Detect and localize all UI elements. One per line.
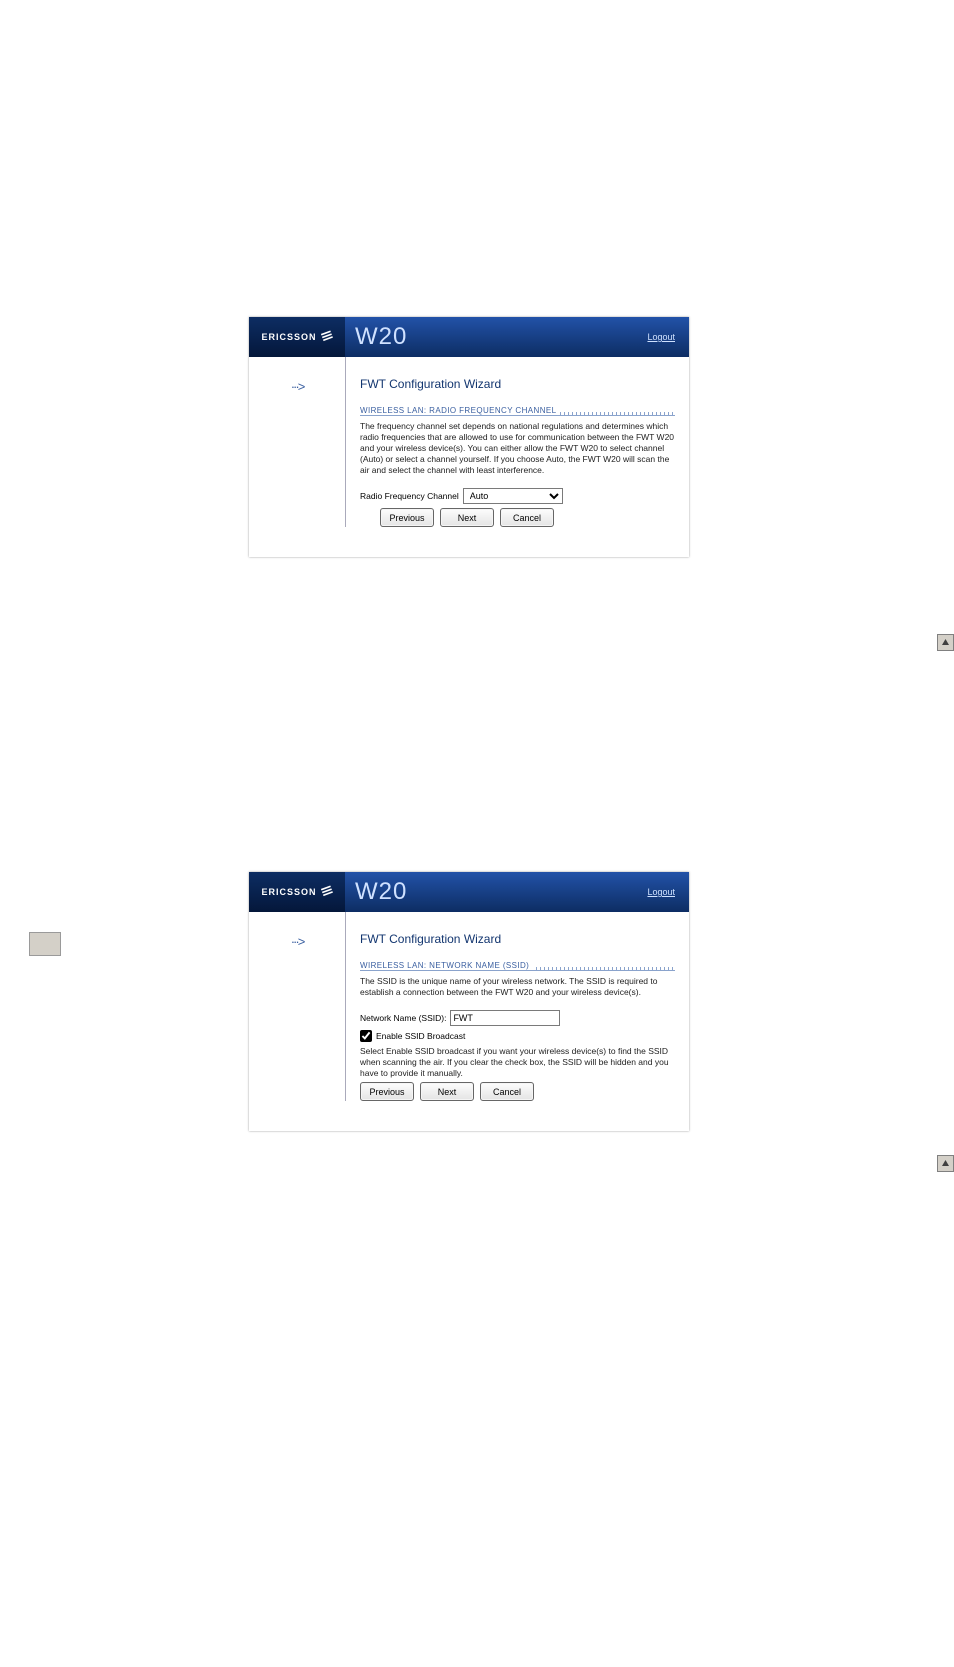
scroll-up-icon[interactable]	[937, 634, 954, 651]
product-name: W20	[355, 878, 407, 906]
brand-text: ERICSSON	[261, 332, 316, 342]
cancel-button[interactable]: Cancel	[500, 508, 554, 527]
logout-link[interactable]: Logout	[647, 887, 675, 897]
ericsson-bars-icon	[321, 330, 333, 345]
rf-channel-select[interactable]: Auto	[463, 488, 563, 504]
previous-button[interactable]: Previous	[360, 1082, 414, 1101]
wizard-title: FWT Configuration Wizard	[360, 377, 675, 391]
wizard-arrow-icon: ···>	[291, 379, 304, 394]
enable-ssid-broadcast-checkbox[interactable]	[360, 1030, 372, 1042]
ssid-broadcast-note: Select Enable SSID broadcast if you want…	[360, 1046, 675, 1079]
header-right: W20 Logout	[345, 317, 689, 357]
section-heading: WIRELESS LAN: NETWORK NAME (SSID)	[360, 960, 675, 972]
logout-link[interactable]: Logout	[647, 332, 675, 342]
brand-cell: ERICSSON	[249, 872, 345, 912]
enable-ssid-broadcast-label: Enable SSID Broadcast	[376, 1031, 465, 1041]
product-name: W20	[355, 323, 407, 351]
scroll-up-icon[interactable]	[937, 1155, 954, 1172]
rf-channel-label: Radio Frequency Channel	[360, 491, 459, 501]
brand-text: ERICSSON	[261, 887, 316, 897]
next-button[interactable]: Next	[440, 508, 494, 527]
wizard-side: ···>	[249, 912, 346, 1101]
next-button[interactable]: Next	[420, 1082, 474, 1101]
panel-header: ERICSSON W20 Logout	[249, 872, 689, 912]
wizard-side: ···>	[249, 357, 346, 527]
wizard-title: FWT Configuration Wizard	[360, 932, 675, 946]
router-panel-ssid: ERICSSON W20 Logout ···> FWT Configurati…	[249, 872, 689, 1131]
previous-button[interactable]: Previous	[380, 508, 434, 527]
brand-cell: ERICSSON	[249, 317, 345, 357]
section-heading: WIRELESS LAN: RADIO FREQUENCY CHANNEL	[360, 405, 675, 417]
ssid-input[interactable]	[450, 1010, 560, 1026]
stray-box	[29, 932, 61, 956]
cancel-button[interactable]: Cancel	[480, 1082, 534, 1101]
section-description: The SSID is the unique name of your wire…	[360, 976, 675, 998]
section-heading-text: WIRELESS LAN: NETWORK NAME (SSID)	[360, 961, 533, 970]
ssid-label: Network Name (SSID):	[360, 1013, 446, 1023]
header-right: W20 Logout	[345, 872, 689, 912]
router-panel-rf-channel: ERICSSON W20 Logout ···> FWT Configurati…	[249, 317, 689, 557]
ericsson-bars-icon	[321, 885, 333, 900]
section-heading-text: WIRELESS LAN: RADIO FREQUENCY CHANNEL	[360, 406, 560, 415]
wizard-arrow-icon: ···>	[291, 934, 304, 949]
panel-header: ERICSSON W20 Logout	[249, 317, 689, 357]
section-description: The frequency channel set depends on nat…	[360, 421, 675, 476]
